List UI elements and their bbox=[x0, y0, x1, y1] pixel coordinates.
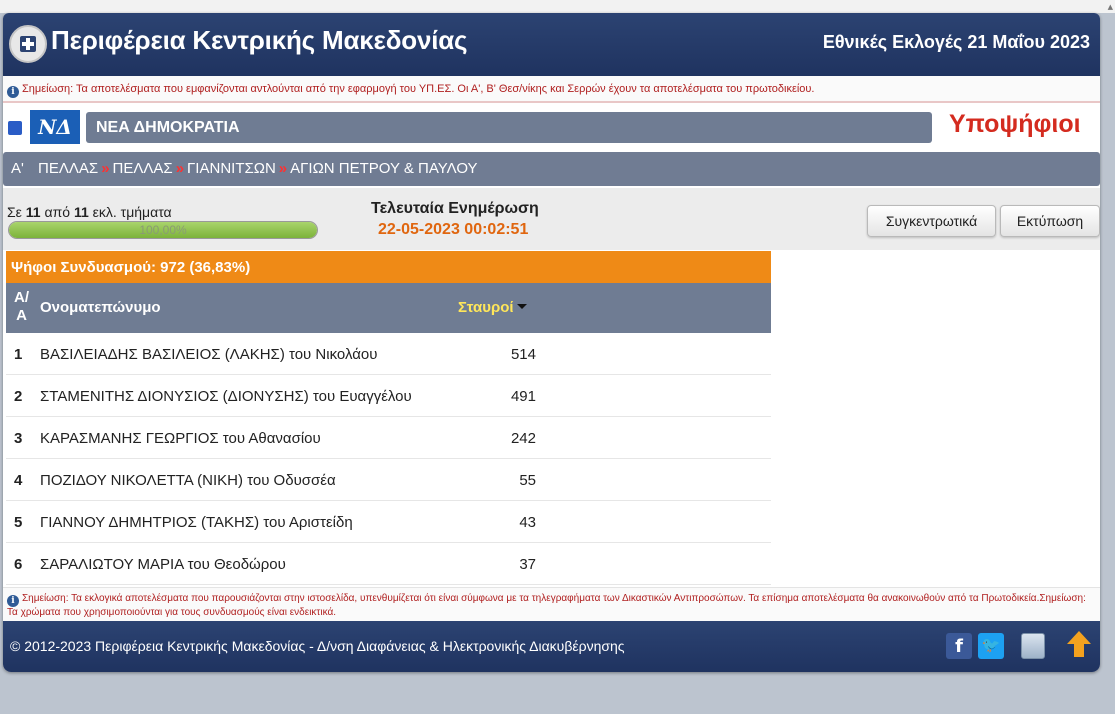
results-notice: i Σημείωση: Τα αποτελέσματα που εμφανίζον… bbox=[3, 76, 1100, 103]
row-number: 6 bbox=[14, 556, 23, 573]
site-title: Περιφέρεια Κεντρικής Μακεδονίας bbox=[51, 25, 468, 55]
info-icon: i bbox=[7, 86, 19, 98]
table-row: 3 ΚΑΡΑΣΜΑΝΗΣ ΓΕΩΡΓΙΟΣ του Αθανασίου 242 bbox=[6, 417, 771, 459]
candidates-table-body: 1 ΒΑΣΙΛΕΙΑΔΗΣ ΒΑΣΙΛΕΙΟΣ (ΛΑΚΗΣ) του Νικο… bbox=[6, 333, 771, 585]
candidate-name: ΣΑΡΑΛΙΩΤΟΥ ΜΑΡΙΑ του Θεοδώρου bbox=[40, 556, 286, 573]
row-number: 5 bbox=[14, 514, 23, 531]
stations-of: από bbox=[44, 204, 71, 220]
breadcrumb: Α' ΠΕΛΛΑΣ» ΠΕΛΛΑΣ» ΓΙΑΝΝΙΤΣΩΝ» ΑΓΙΩΝ ΠΕΤΡΟΥ… bbox=[3, 152, 1100, 186]
column-header-number-line2: Α bbox=[16, 307, 27, 324]
row-number: 2 bbox=[14, 388, 23, 405]
column-header-votes[interactable]: Σταυροί bbox=[458, 299, 527, 316]
table-row: 1 ΒΑΣΙΛΕΙΑΔΗΣ ΒΑΣΙΛΕΙΟΣ (ΛΑΚΗΣ) του Νικο… bbox=[6, 333, 771, 375]
table-row: 5 ΓΙΑΝΝΟΥ ΔΗΜΗΤΡΙΟΣ (ΤΑΚΗΣ) του Αριστείδ… bbox=[6, 501, 771, 543]
party-row: ΝΔ ΝΕΑ ΔΗΜΟΚΡΑΤΙΑ Υποψήφιοι bbox=[3, 108, 1100, 146]
disclaimer-note-text: Σημείωση: Τα εκλογικά αποτελέσματα που π… bbox=[7, 593, 1086, 618]
site-footer: © 2012-2023 Περιφέρεια Κεντρικής Μακεδον… bbox=[3, 621, 1100, 672]
column-header-number[interactable]: Α/ Α bbox=[14, 289, 29, 325]
facebook-icon[interactable]: f bbox=[946, 633, 972, 659]
sort-descending-icon bbox=[516, 304, 527, 309]
candidate-votes: 242 bbox=[510, 430, 536, 447]
table-row: 6 ΣΑΡΑΛΙΩΤΟΥ ΜΑΡΙΑ του Θεοδώρου 37 bbox=[6, 543, 771, 585]
candidate-name: ΠΟΖΙΔΟΥ ΝΙΚΟΛΕΤΤΑ (ΝΙΚΗ) του Οδυσσέα bbox=[40, 472, 336, 489]
counting-progress-bar: 100,00% bbox=[8, 221, 318, 239]
breadcrumb-separator: » bbox=[278, 160, 288, 177]
election-title: Εθνικές Εκλογές 21 Μαΐου 2023 bbox=[822, 32, 1090, 52]
column-header-votes-label: Σταυροί bbox=[458, 299, 514, 316]
stations-suffix: εκλ. τμήματα bbox=[92, 204, 172, 220]
summary-button[interactable]: Συγκεντρωτικά bbox=[867, 205, 996, 237]
candidate-votes: 43 bbox=[519, 514, 536, 531]
breadcrumb-item-municipality[interactable]: ΓΙΑΝΝΙΤΣΩΝ bbox=[187, 160, 276, 177]
stations-counted: Σε 11 από 11 εκλ. τμήματα bbox=[7, 204, 172, 220]
book-icon[interactable] bbox=[1021, 633, 1045, 659]
party-color-marker bbox=[8, 121, 22, 135]
breadcrumb-item-region[interactable]: ΠΕΛΛΑΣ bbox=[38, 160, 98, 177]
breadcrumb-item-district: ΑΓΙΩΝ ΠΕΤΡΟΥ & ΠΑΥΛΟΥ bbox=[290, 160, 478, 177]
stations-total-value: 11 bbox=[73, 204, 89, 220]
row-number: 3 bbox=[14, 430, 23, 447]
disclaimer-note: i Σημείωση: Τα εκλογικά αποτελέσματα που … bbox=[3, 587, 1100, 621]
candidate-name: ΚΑΡΑΣΜΑΝΗΣ ΓΕΩΡΓΙΟΣ του Αθανασίου bbox=[40, 430, 321, 447]
print-button[interactable]: Εκτύπωση bbox=[1000, 205, 1100, 237]
stations-prefix: Σε bbox=[7, 204, 22, 220]
party-name: ΝΕΑ ΔΗΜΟΚΡΑΤΙΑ bbox=[86, 112, 932, 143]
page-frame: Περιφέρεια Κεντρικής Μακεδονίας Εθνικές … bbox=[3, 13, 1100, 672]
breadcrumb-separator: » bbox=[101, 160, 110, 177]
party-votes-bar: Ψήφοι Συνδυασμού: 972 (36,83%) bbox=[6, 251, 771, 283]
breadcrumb-separator: » bbox=[175, 160, 185, 177]
breadcrumb-item-unit[interactable]: ΠΕΛΛΑΣ bbox=[113, 160, 173, 177]
region-emblem-icon bbox=[9, 25, 47, 63]
browser-top-band: ▲ bbox=[0, 0, 1115, 13]
copyright-text: © 2012-2023 Περιφέρεια Κεντρικής Μακεδον… bbox=[10, 638, 625, 654]
last-update-value: 22-05-2023 00:02:51 bbox=[378, 221, 529, 238]
stations-counted-value: 11 bbox=[25, 204, 41, 220]
table-header: Α/ Α Ονοματεπώνυμο Σταυροί bbox=[6, 283, 771, 333]
counting-stats: Σε 11 από 11 εκλ. τμήματα 100,00% Τελευτ… bbox=[3, 188, 1100, 250]
scroll-up-arrow-icon[interactable]: ▲ bbox=[1108, 3, 1113, 11]
last-update-label: Τελευταία Ενημέρωση bbox=[371, 200, 539, 217]
column-header-number-line1: Α/ bbox=[14, 289, 29, 306]
info-icon: i bbox=[7, 595, 19, 607]
site-header: Περιφέρεια Κεντρικής Μακεδονίας Εθνικές … bbox=[3, 13, 1100, 76]
table-row: 2 ΣΤΑΜΕΝΙΤΗΣ ΔΙΟΝΥΣΙΟΣ (ΔΙΟΝΥΣΗΣ) του Ευ… bbox=[6, 375, 771, 417]
breadcrumb-level: Α' bbox=[11, 160, 24, 177]
candidate-votes: 55 bbox=[519, 472, 536, 489]
candidate-votes: 491 bbox=[510, 388, 536, 405]
candidate-name: ΒΑΣΙΛΕΙΑΔΗΣ ΒΑΣΙΛΕΙΟΣ (ΛΑΚΗΣ) του Νικολά… bbox=[40, 346, 378, 363]
twitter-icon[interactable]: 🐦 bbox=[978, 633, 1004, 659]
results-notice-text: Σημείωση: Τα αποτελέσματα που εμφανίζοντ… bbox=[22, 83, 815, 95]
candidate-name: ΣΤΑΜΕΝΙΤΗΣ ΔΙΟΝΥΣΙΟΣ (ΔΙΟΝΥΣΗΣ) του Ευαγ… bbox=[40, 388, 412, 405]
scroll-top-icon[interactable] bbox=[1066, 631, 1092, 659]
candidate-name: ΓΙΑΝΝΟΥ ΔΗΜΗΤΡΙΟΣ (ΤΑΚΗΣ) του Αριστείδη bbox=[40, 514, 353, 531]
candidate-votes: 37 bbox=[519, 556, 536, 573]
row-number: 1 bbox=[14, 346, 23, 363]
party-logo: ΝΔ bbox=[30, 110, 80, 144]
section-title: Υποψήφιοι bbox=[949, 110, 1081, 138]
table-row: 4 ΠΟΖΙΔΟΥ ΝΙΚΟΛΕΤΤΑ (ΝΙΚΗ) του Οδυσσέα 5… bbox=[6, 459, 771, 501]
column-header-name[interactable]: Ονοματεπώνυμο bbox=[40, 299, 161, 316]
candidate-votes: 514 bbox=[510, 346, 536, 363]
progress-label: 100,00% bbox=[139, 223, 187, 237]
row-number: 4 bbox=[14, 472, 23, 489]
